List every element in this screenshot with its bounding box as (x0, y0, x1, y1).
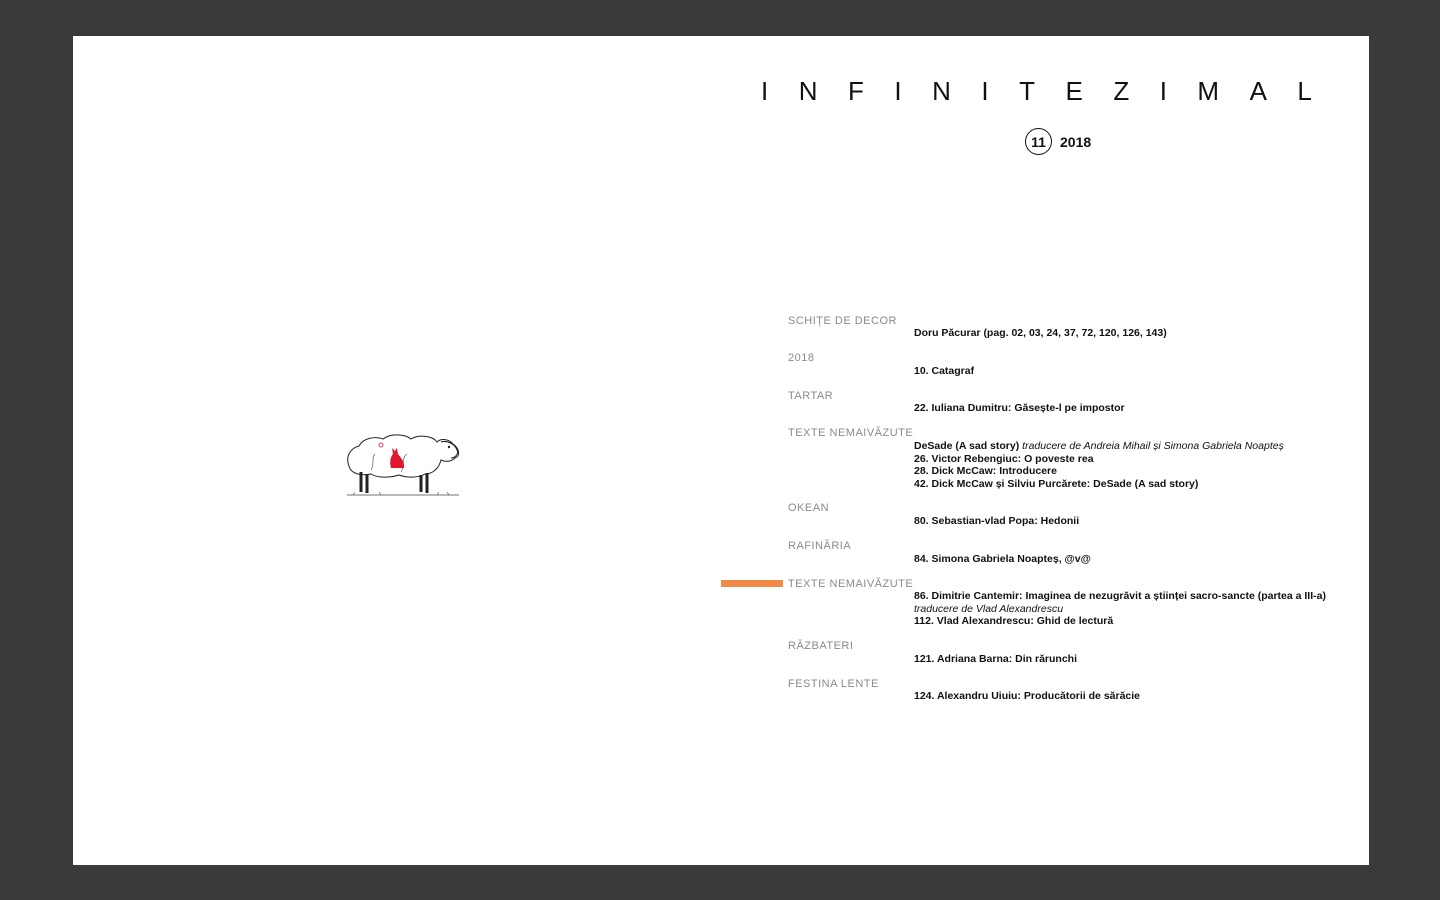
toc-entries: 84. Simona Gabriela Noapteș, @v@ (914, 553, 1091, 566)
toc-entry[interactable]: 80. Sebastian-vlad Popa: Hedonii (914, 515, 1079, 528)
toc-entries: DeSade (A sad story) traducere de Andrei… (914, 440, 1284, 490)
toc-entry[interactable]: 112. Vlad Alexandrescu: Ghid de lectură (914, 615, 1326, 628)
magazine-page: INFINITEZIMAL 11 2018 SCHIȚE DE DECOR Do… (73, 36, 1369, 865)
toc-entries: 22. Iuliana Dumitru: Găsește-l pe impost… (914, 402, 1125, 415)
toc-entries: Doru Păcurar (pag. 02, 03, 24, 37, 72, 1… (914, 327, 1167, 340)
toc-entry-translator: traducere de Andreia Mihail și Simona Ga… (1022, 440, 1284, 452)
toc-section-heading: OKEAN (788, 502, 830, 514)
toc-entry[interactable]: 121. Adriana Barna: Din rărunchi (914, 653, 1077, 666)
toc-entry[interactable]: DeSade (A sad story) traducere de Andrei… (914, 440, 1284, 453)
active-section-marker (721, 580, 783, 587)
table-of-contents: SCHIȚE DE DECOR Doru Păcurar (pag. 02, 0… (73, 36, 1369, 865)
toc-section-heading: 2018 (788, 352, 815, 364)
toc-entry-title: DeSade (A sad story) (914, 440, 1020, 452)
toc-entry[interactable]: 42. Dick McCaw și Silviu Purcărete: DeSa… (914, 478, 1284, 491)
toc-entry[interactable]: 124. Alexandru Uiuiu: Producătorii de să… (914, 690, 1140, 703)
toc-section-heading: FESTINA LENTE (788, 678, 879, 690)
toc-entry[interactable]: 86. Dimitrie Cantemir: Imaginea de nezug… (914, 590, 1326, 603)
toc-entry[interactable]: 28. Dick McCaw: Introducere (914, 465, 1284, 478)
toc-entries: 121. Adriana Barna: Din rărunchi (914, 653, 1077, 666)
toc-section-heading: RAFINĂRIA (788, 540, 852, 552)
toc-entry[interactable]: 26. Victor Rebengiuc: O poveste rea (914, 453, 1284, 466)
toc-entries: 80. Sebastian-vlad Popa: Hedonii (914, 515, 1079, 528)
toc-entry-translator: traducere de Vlad Alexandrescu (914, 602, 1064, 615)
toc-entry[interactable]: 22. Iuliana Dumitru: Găsește-l pe impost… (914, 402, 1125, 415)
toc-entries: 124. Alexandru Uiuiu: Producătorii de să… (914, 690, 1140, 703)
toc-entry[interactable]: Doru Păcurar (pag. 02, 03, 24, 37, 72, 1… (914, 327, 1167, 340)
toc-entry[interactable]: 10. Catagraf (914, 365, 974, 378)
toc-section-heading: TEXTE NEMAIVĂZUTE (788, 578, 914, 590)
toc-entry[interactable]: 84. Simona Gabriela Noapteș, @v@ (914, 553, 1091, 566)
toc-entries: 10. Catagraf (914, 365, 974, 378)
toc-section-heading: TEXTE NEMAIVĂZUTE (788, 427, 914, 439)
toc-section-heading: TARTAR (788, 390, 834, 402)
toc-section-heading: SCHIȚE DE DECOR (788, 315, 897, 327)
toc-section-heading: RĂZBATERI (788, 640, 854, 652)
toc-entries: 86. Dimitrie Cantemir: Imaginea de nezug… (914, 590, 1326, 628)
